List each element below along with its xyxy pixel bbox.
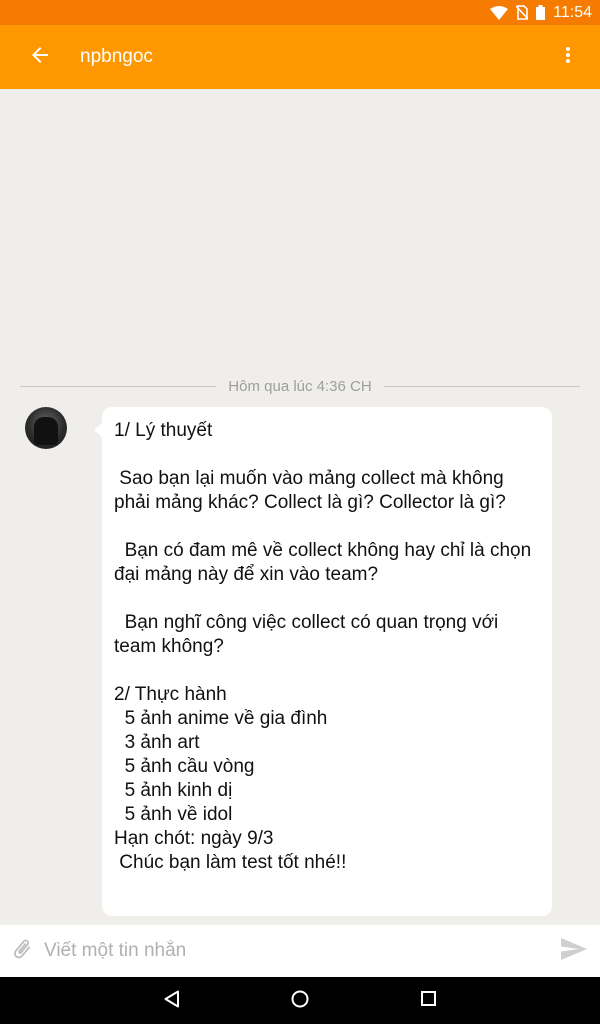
nav-home-button[interactable] <box>236 977 364 1024</box>
send-button[interactable] <box>548 925 600 977</box>
system-nav-bar <box>0 977 600 1024</box>
wifi-icon <box>490 5 509 20</box>
avatar[interactable] <box>25 407 67 449</box>
recents-square-icon <box>420 991 436 1010</box>
message-bubble[interactable]: 1/ Lý thuyết Sao bạn lại muốn vào mảng c… <box>94 407 552 916</box>
status-bar: 11:54 <box>0 0 600 25</box>
send-icon <box>561 938 587 964</box>
divider-line-left <box>20 385 217 387</box>
message-text: 1/ Lý thuyết Sao bạn lại muốn vào mảng c… <box>114 420 532 873</box>
overflow-menu-button[interactable] <box>544 25 592 89</box>
conversation-title: npbngoc <box>80 46 153 67</box>
arrow-back-icon <box>32 47 48 67</box>
divider-line-right <box>383 385 580 387</box>
home-circle-icon <box>291 990 309 1012</box>
battery-icon <box>536 5 546 20</box>
nav-recents-button[interactable] <box>364 977 492 1024</box>
back-triangle-icon <box>164 990 180 1012</box>
no-sim-icon <box>516 5 529 20</box>
paperclip-icon <box>10 937 34 965</box>
message-input[interactable] <box>44 931 548 971</box>
attach-button[interactable] <box>0 925 44 977</box>
status-time: 11:54 <box>553 3 592 21</box>
app-bar: npbngoc <box>0 25 600 89</box>
message-composer <box>0 925 600 977</box>
nav-back-button[interactable] <box>108 977 236 1024</box>
back-button[interactable] <box>12 25 68 89</box>
chat-area[interactable]: Hôm qua lúc 4:36 CH 1/ Lý thuyết Sao bạn… <box>0 89 600 925</box>
timestamp-text: Hôm qua lúc 4:36 CH <box>228 377 372 395</box>
more-vert-icon <box>566 47 570 67</box>
timestamp-divider: Hôm qua lúc 4:36 CH <box>20 376 580 396</box>
